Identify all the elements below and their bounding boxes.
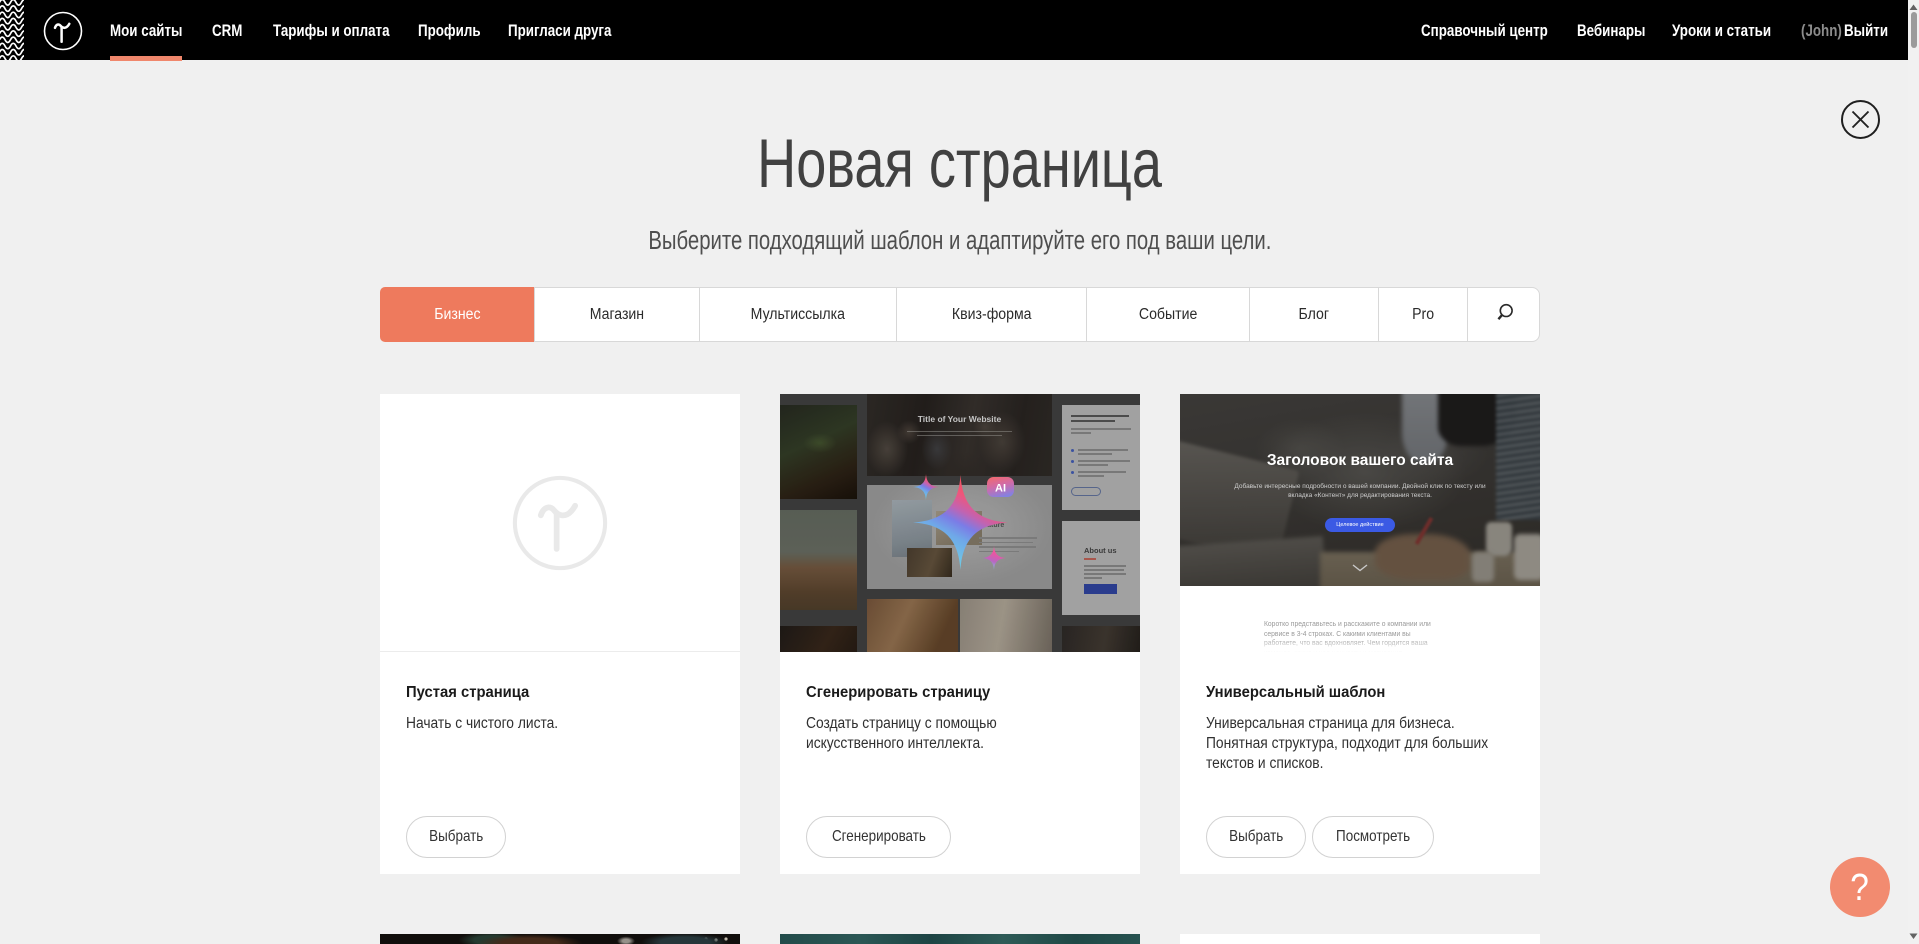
svg-text:AI: AI (995, 483, 1006, 495)
